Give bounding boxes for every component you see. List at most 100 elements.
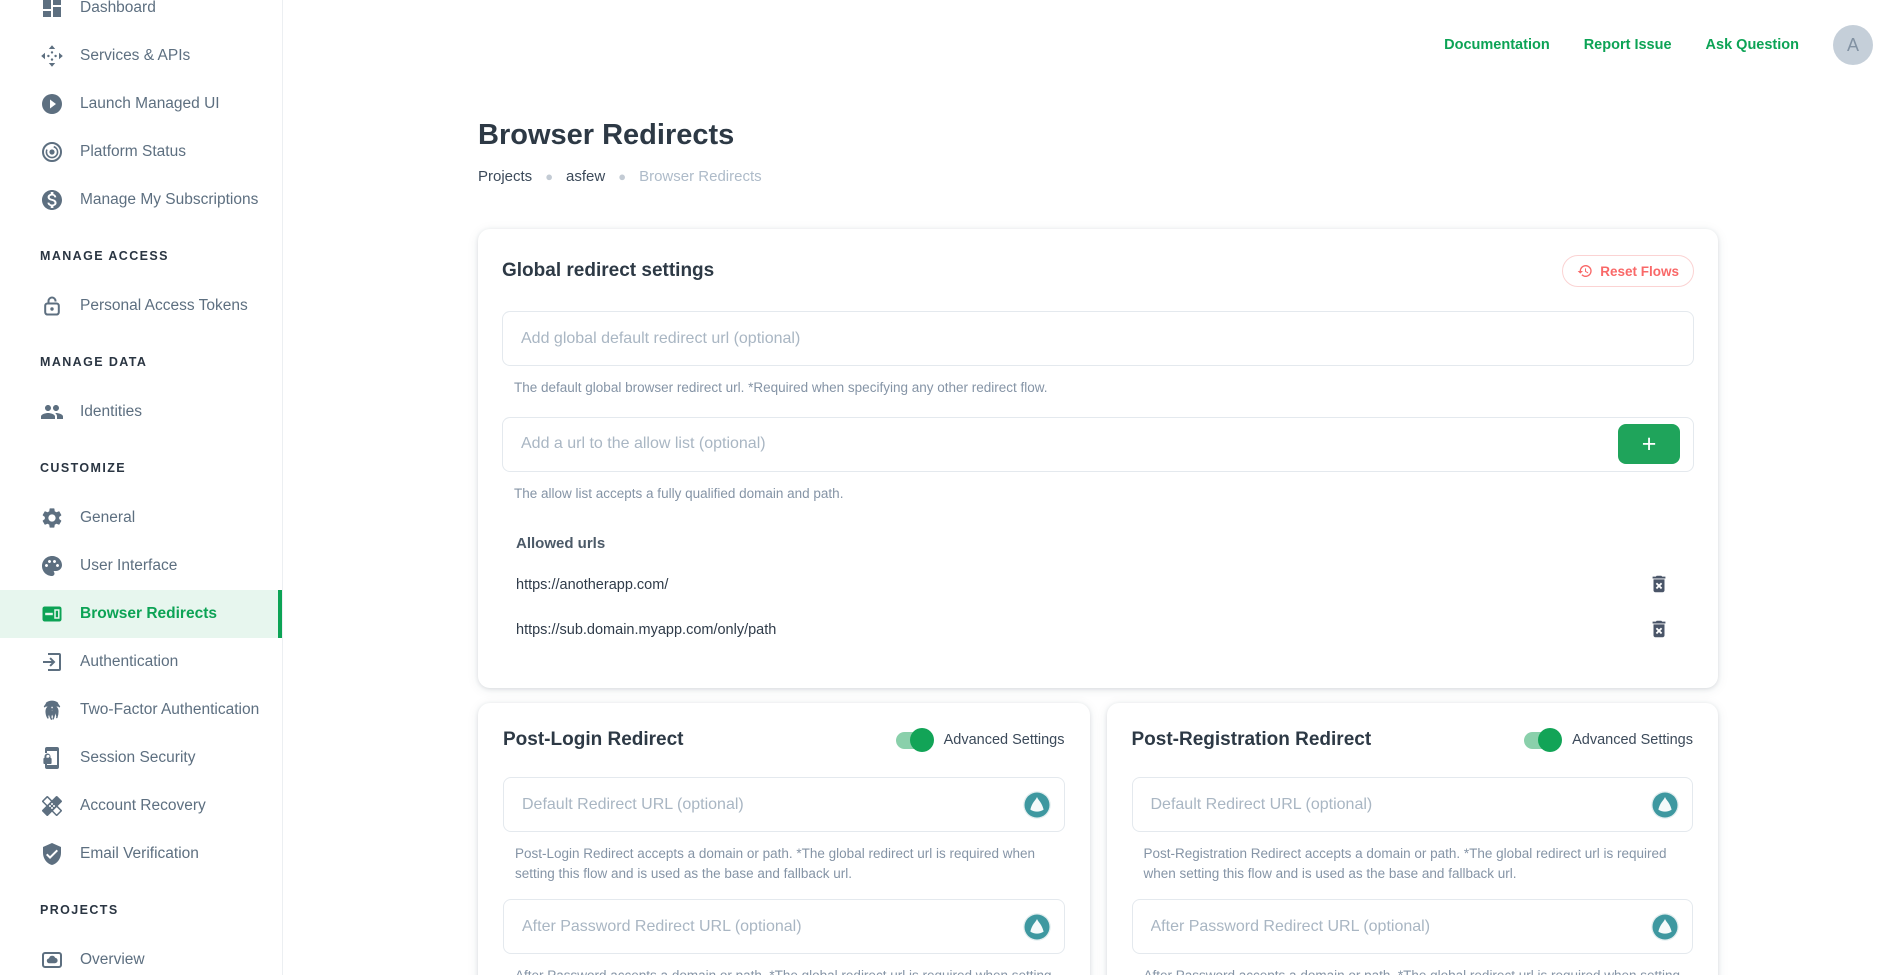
sidebar-item-services-apis[interactable]: Services & APIs xyxy=(0,32,282,80)
sidebar-item-label: General xyxy=(80,509,135,527)
allowed-url-row: https://anotherapp.com/ xyxy=(516,573,1694,597)
page-content: Browser Redirects Projects ● asfew ● Bro… xyxy=(478,0,1718,975)
allowed-urls-section: Allowed urls https://anotherapp.com/ htt… xyxy=(516,535,1694,642)
post-registration-default-helper: Post-Registration Redirect accepts a dom… xyxy=(1144,844,1694,883)
dashboard-icon xyxy=(40,0,64,20)
reset-flows-button[interactable]: Reset Flows xyxy=(1562,255,1694,287)
post-registration-redirect-card: Post-Registration Redirect Advanced Sett… xyxy=(1107,703,1719,975)
post-login-default-helper: Post-Login Redirect accepts a domain or … xyxy=(515,844,1065,883)
sidebar-item-dashboard[interactable]: Dashboard xyxy=(0,0,282,32)
post-registration-default-redirect-input[interactable] xyxy=(1132,777,1694,832)
fingerprint-icon xyxy=(40,698,64,722)
sidebar-item-account-recovery[interactable]: Account Recovery xyxy=(0,782,282,830)
add-allow-url-button[interactable]: + xyxy=(1618,424,1680,464)
sidebar-item-label: Account Recovery xyxy=(80,797,206,815)
browser-window-icon xyxy=(40,602,64,626)
post-login-redirect-card: Post-Login Redirect Advanced Settings Po… xyxy=(478,703,1090,975)
dollar-circle-icon xyxy=(40,188,64,212)
sidebar-item-general[interactable]: General xyxy=(0,494,282,542)
lock-icon xyxy=(40,294,64,318)
advanced-settings-label: Advanced Settings xyxy=(944,732,1065,748)
main-area: Documentation Report Issue Ask Question … xyxy=(283,0,1904,975)
sidebar-item-browser-redirects[interactable]: Browser Redirects xyxy=(0,590,282,638)
flow-arc-icon xyxy=(1022,790,1052,820)
sidebar-item-label: Email Verification xyxy=(80,845,199,863)
allowed-url: https://sub.domain.myapp.com/only/path xyxy=(516,622,776,638)
allowed-url-row: https://sub.domain.myapp.com/only/path xyxy=(516,618,1694,642)
sidebar-item-label: Platform Status xyxy=(80,143,186,161)
platform-status-icon xyxy=(40,140,64,164)
post-registration-after-password-helper: After Password accepts a domain or path.… xyxy=(1144,966,1694,975)
sidebar-item-email-verification[interactable]: Email Verification xyxy=(0,830,282,878)
page-title: Browser Redirects xyxy=(478,118,1718,152)
global-default-redirect-url-input[interactable] xyxy=(502,311,1694,366)
post-login-after-password-helper: After Password accepts a domain or path.… xyxy=(515,966,1065,975)
services-apis-icon xyxy=(40,44,64,68)
flow-arc-icon xyxy=(1650,912,1680,942)
sidebar-item-label: Session Security xyxy=(80,749,195,767)
sidebar-item-label: User Interface xyxy=(80,557,177,575)
history-icon xyxy=(1577,263,1593,279)
reset-flows-label: Reset Flows xyxy=(1600,264,1679,279)
healing-icon xyxy=(40,794,64,818)
sidebar-item-platform-status[interactable]: Platform Status xyxy=(0,128,282,176)
advanced-settings-toggle[interactable] xyxy=(1524,732,1559,749)
allowed-url: https://anotherapp.com/ xyxy=(516,577,668,593)
sidebar-section-projects: PROJECTS xyxy=(0,894,282,926)
card-title: Post-Login Redirect xyxy=(503,729,684,751)
sidebar-item-label: Services & APIs xyxy=(80,47,190,65)
ask-question-link[interactable]: Ask Question xyxy=(1706,37,1799,53)
sidebar-section-manage-access: MANAGE ACCESS xyxy=(0,240,282,272)
trash-x-icon xyxy=(1648,583,1670,598)
sidebar-item-label: Identities xyxy=(80,403,142,421)
login-icon xyxy=(40,650,64,674)
cloud-box-icon xyxy=(40,948,64,972)
sidebar-item-authentication[interactable]: Authentication xyxy=(0,638,282,686)
sidebar-item-two-factor[interactable]: Two-Factor Authentication xyxy=(0,686,282,734)
sidebar-item-label: Overview xyxy=(80,951,145,969)
card-title: Global redirect settings xyxy=(502,260,714,282)
sidebar-item-label: Manage My Subscriptions xyxy=(80,191,258,209)
delete-url-button[interactable] xyxy=(1648,618,1670,642)
gear-icon xyxy=(40,506,64,530)
breadcrumb-current: Browser Redirects xyxy=(639,168,762,185)
sidebar-item-label: Two-Factor Authentication xyxy=(80,701,259,719)
breadcrumb: Projects ● asfew ● Browser Redirects xyxy=(478,168,1718,185)
flow-arc-icon xyxy=(1650,790,1680,820)
breadcrumb-projects[interactable]: Projects xyxy=(478,168,532,185)
sidebar-item-identities[interactable]: Identities xyxy=(0,388,282,436)
palette-icon xyxy=(40,554,64,578)
global-redirect-settings-card: Global redirect settings Reset Flows The… xyxy=(478,229,1718,688)
sidebar-section-customize: CUSTOMIZE xyxy=(0,452,282,484)
sidebar-item-label: Launch Managed UI xyxy=(80,95,220,113)
post-registration-after-password-input[interactable] xyxy=(1132,899,1694,954)
delete-url-button[interactable] xyxy=(1648,573,1670,597)
advanced-settings-label: Advanced Settings xyxy=(1572,732,1693,748)
allow-list-helper-text: The allow list accepts a fully qualified… xyxy=(514,484,1694,504)
breadcrumb-separator: ● xyxy=(618,169,626,184)
sidebar-item-label: Browser Redirects xyxy=(80,605,217,623)
sidebar-item-overview[interactable]: Overview xyxy=(0,936,282,975)
sidebar-item-user-interface[interactable]: User Interface xyxy=(0,542,282,590)
sidebar-item-label: Authentication xyxy=(80,653,178,671)
post-login-default-redirect-input[interactable] xyxy=(503,777,1065,832)
play-circle-icon xyxy=(40,92,64,116)
allow-list-url-input[interactable] xyxy=(502,417,1694,472)
phone-lock-icon xyxy=(40,746,64,770)
breadcrumb-project-name[interactable]: asfew xyxy=(566,168,605,185)
sidebar-item-personal-access-tokens[interactable]: Personal Access Tokens xyxy=(0,282,282,330)
advanced-settings-toggle[interactable] xyxy=(896,732,931,749)
sidebar-section-manage-data: MANAGE DATA xyxy=(0,346,282,378)
sidebar-item-session-security[interactable]: Session Security xyxy=(0,734,282,782)
flow-arc-icon xyxy=(1022,912,1052,942)
global-default-helper-text: The default global browser redirect url.… xyxy=(514,378,1694,398)
allowed-urls-title: Allowed urls xyxy=(516,535,1694,552)
trash-x-icon xyxy=(1648,628,1670,643)
avatar[interactable]: A xyxy=(1833,25,1873,65)
sidebar-item-manage-subscriptions[interactable]: Manage My Subscriptions xyxy=(0,176,282,224)
sidebar-item-launch-managed-ui[interactable]: Launch Managed UI xyxy=(0,80,282,128)
people-icon xyxy=(40,400,64,424)
card-title: Post-Registration Redirect xyxy=(1132,729,1372,751)
sidebar-item-label: Dashboard xyxy=(80,0,156,17)
post-login-after-password-input[interactable] xyxy=(503,899,1065,954)
